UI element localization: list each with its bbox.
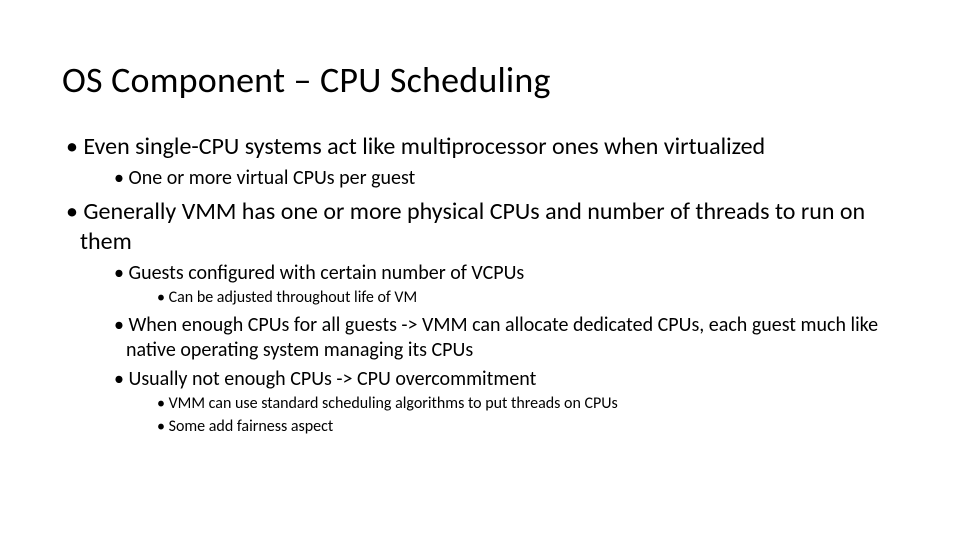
list-item: Usually not enough CPUs -> CPU overcommi… xyxy=(110,367,898,438)
list-item: Some add fairness aspect xyxy=(154,417,898,438)
bullet-list: Even single-CPU systems act like multipr… xyxy=(62,132,898,437)
bullet-list: One or more virtual CPUs per guest xyxy=(110,166,898,191)
bullet-text: Usually not enough CPUs -> CPU overcommi… xyxy=(128,367,536,391)
bullet-text: Even single-CPU systems act like multipr… xyxy=(83,132,765,161)
list-item: Guests configured with certain number of… xyxy=(110,261,898,309)
list-item: Even single-CPU systems act like multipr… xyxy=(62,132,898,191)
slide-title: OS Component – CPU Scheduling xyxy=(62,58,898,102)
bullet-text: Some add fairness aspect xyxy=(169,417,334,436)
list-item: Generally VMM has one or more physical C… xyxy=(62,197,898,437)
list-item: When enough CPUs for all guests -> VMM c… xyxy=(110,313,898,363)
bullet-text: Generally VMM has one or more physical C… xyxy=(80,197,865,256)
bullet-list: Guests configured with certain number of… xyxy=(110,261,898,437)
slide: OS Component – CPU Scheduling Even singl… xyxy=(0,0,960,437)
list-item: VMM can use standard scheduling algorith… xyxy=(154,394,898,415)
bullet-text: When enough CPUs for all guests -> VMM c… xyxy=(126,313,878,362)
bullet-text: VMM can use standard scheduling algorith… xyxy=(169,394,618,413)
list-item: One or more virtual CPUs per guest xyxy=(110,166,898,191)
bullet-text: Guests configured with certain number of… xyxy=(128,261,524,285)
bullet-text: Can be adjusted throughout life of VM xyxy=(169,288,418,307)
bullet-text: One or more virtual CPUs per guest xyxy=(128,166,415,190)
bullet-list: Can be adjusted throughout life of VM xyxy=(154,288,898,309)
bullet-list: VMM can use standard scheduling algorith… xyxy=(154,394,898,438)
list-item: Can be adjusted throughout life of VM xyxy=(154,288,898,309)
